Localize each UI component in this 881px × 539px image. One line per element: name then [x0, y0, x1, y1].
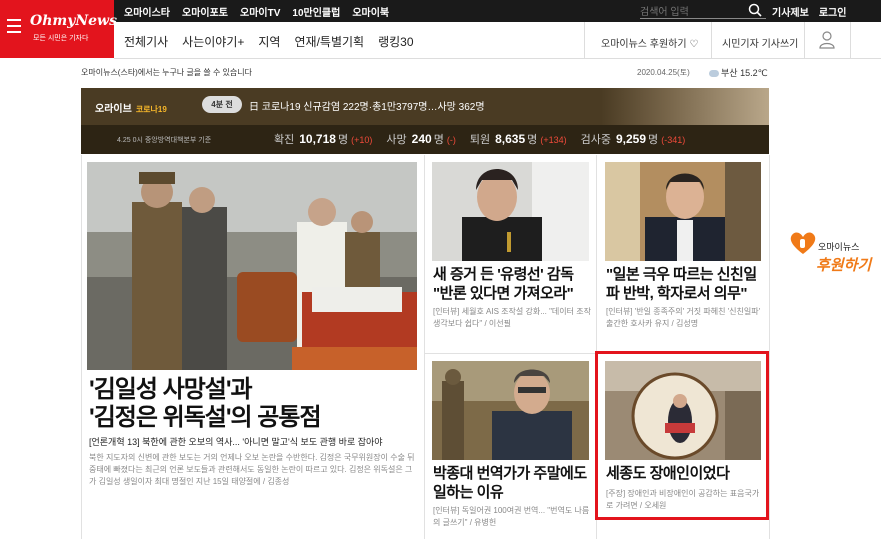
login-link[interactable]: 로그인 — [819, 4, 847, 19]
stat-recovered: 퇴원 8,635 명 (+134) — [469, 132, 567, 146]
time-pill: 4분 전 — [202, 96, 242, 113]
covid-stats: 4.25 0시 중앙방역대책본부 기준 확진 10,718 명 (+10) 사망 24… — [81, 125, 769, 154]
card-title-ghostship[interactable]: 새 증거 든 '유령선' 감독 "반론 있다면 가져오라" — [433, 265, 593, 303]
card-photo-ghostship[interactable] — [432, 162, 589, 261]
main-article-title[interactable]: '김일성 사망설'과 '김정은 위독설'의 공통점 — [89, 376, 322, 432]
info-line: 오마이뉴스(스타)에서는 누구나 글을 쓸 수 있습니다 — [81, 68, 252, 77]
card-title-hosaka[interactable]: "일본 극우 따르는 신친일파 반박, 학자로서 의무" — [606, 265, 764, 303]
card-desc-hosaka: [인터뷰] '반일 종족주의' 거짓 파헤친 '신친일파' 출간한 호사카 유지… — [606, 307, 761, 328]
nav-item-series[interactable]: 연재/특별기획 — [294, 33, 364, 50]
date: 2020.04.25(토) — [637, 68, 690, 77]
highlight-frame — [595, 351, 769, 520]
stat-confirmed: 확진 10,718 명 (+10) — [274, 132, 373, 146]
covid-tag: 코로나19 — [135, 105, 167, 114]
top-link-club[interactable]: 10만인클럽 — [292, 4, 340, 19]
nav-divider — [584, 22, 585, 59]
main-article-body[interactable]: 북한 지도자의 신변에 관한 보도는 거의 언제나 오보 논란을 수반한다. 김… — [89, 452, 419, 488]
heart-hand-icon — [790, 232, 816, 254]
weather: 부산 15.2℃ — [709, 66, 768, 79]
card-desc-translator: [인터뷰] 독일어권 100여권 번역... "번역도 나름의 글쓰기" / 유… — [433, 506, 590, 527]
live-headline[interactable]: 日 코로나19 신규감염 222명·총1만3797명…사망 362명 — [249, 98, 485, 113]
nav-item-life[interactable]: 사는이야기+ — [182, 33, 244, 50]
logo[interactable]: OhmyNews — [30, 13, 117, 29]
menu-icon[interactable] — [7, 19, 21, 33]
grid-divider — [424, 155, 425, 539]
nav-divider — [804, 22, 805, 59]
top-bar: 오마이스타 오마이포토 오마이TV 10만인클럽 오마이북 기사제보 로그인 — [0, 0, 881, 22]
weather-temp: 15.2℃ — [740, 68, 768, 78]
search-input[interactable] — [640, 4, 740, 21]
search-icon[interactable] — [748, 3, 762, 17]
main-article-photo[interactable] — [87, 162, 417, 370]
card-desc-ghostship: [인터뷰] 세월호 AIS 조작설 강화... "데이터 조작 생각보다 쉽다"… — [433, 307, 591, 328]
top-right-links: 기사제보 로그인 — [772, 4, 846, 19]
stat-deaths: 사망 240 명 (-) — [386, 132, 456, 146]
grid-divider — [769, 155, 770, 539]
nav-divider — [711, 22, 712, 59]
live-banner[interactable]: 오라이브 코로나19 4분 전 日 코로나19 신규감염 222명·총1만3797… — [81, 88, 769, 125]
stat-testing: 검사중 9,259 명 (-341) — [580, 132, 686, 146]
citizen-reporter-link[interactable]: 시민기자 기사쓰기 — [722, 35, 798, 50]
top-link-book[interactable]: 오마이북 — [352, 4, 389, 19]
card-title-translator[interactable]: 박종대 번역가가 주말에도 일하는 이유 — [433, 464, 593, 502]
top-link-photo[interactable]: 오마이포토 — [182, 4, 228, 19]
main-article-subtitle[interactable]: [언론개혁 13] 북한에 관한 오보의 역사... '아니면 말고'식 보도 … — [89, 435, 383, 448]
nav-item-region[interactable]: 지역 — [258, 33, 280, 50]
weather-icon — [709, 70, 719, 78]
main-nav: 전체기사 사는이야기+ 지역 연재/특별기획 랭킹30 오마이뉴스 후원하기 ♡… — [114, 22, 881, 59]
logo-tagline: 모든 시민은 기자다 — [33, 35, 89, 42]
top-link-tv[interactable]: 오마이TV — [240, 4, 280, 19]
stats-source: 4.25 0시 중앙방역대책본부 기준 — [117, 137, 212, 144]
nav-item-all[interactable]: 전체기사 — [124, 33, 168, 50]
donate-widget[interactable]: 오마이뉴스 후원하기 — [786, 228, 881, 288]
live-tag: 오라이브 코로나19 — [95, 104, 167, 115]
card-photo-hosaka[interactable] — [605, 162, 761, 261]
top-links: 오마이스타 오마이포토 오마이TV 10만인클럽 오마이북 — [124, 4, 389, 19]
report-link[interactable]: 기사제보 — [772, 4, 809, 19]
search-box — [640, 2, 766, 21]
nav-divider — [850, 22, 851, 59]
nav-item-ranking[interactable]: 랭킹30 — [378, 33, 413, 50]
user-icon[interactable] — [819, 31, 835, 49]
top-link-star[interactable]: 오마이스타 — [124, 4, 170, 19]
donate-line2: 후원하기 — [816, 256, 872, 274]
weather-city: 부산 — [721, 68, 738, 78]
donate-line1: 오마이뉴스 — [818, 242, 860, 252]
banner-photo — [601, 88, 769, 125]
card-photo-translator[interactable] — [432, 361, 589, 460]
grid-divider — [81, 155, 82, 539]
logo-block[interactable]: OhmyNews 모든 시민은 기자다 — [0, 0, 117, 58]
support-link[interactable]: 오마이뉴스 후원하기 ♡ — [601, 35, 698, 50]
